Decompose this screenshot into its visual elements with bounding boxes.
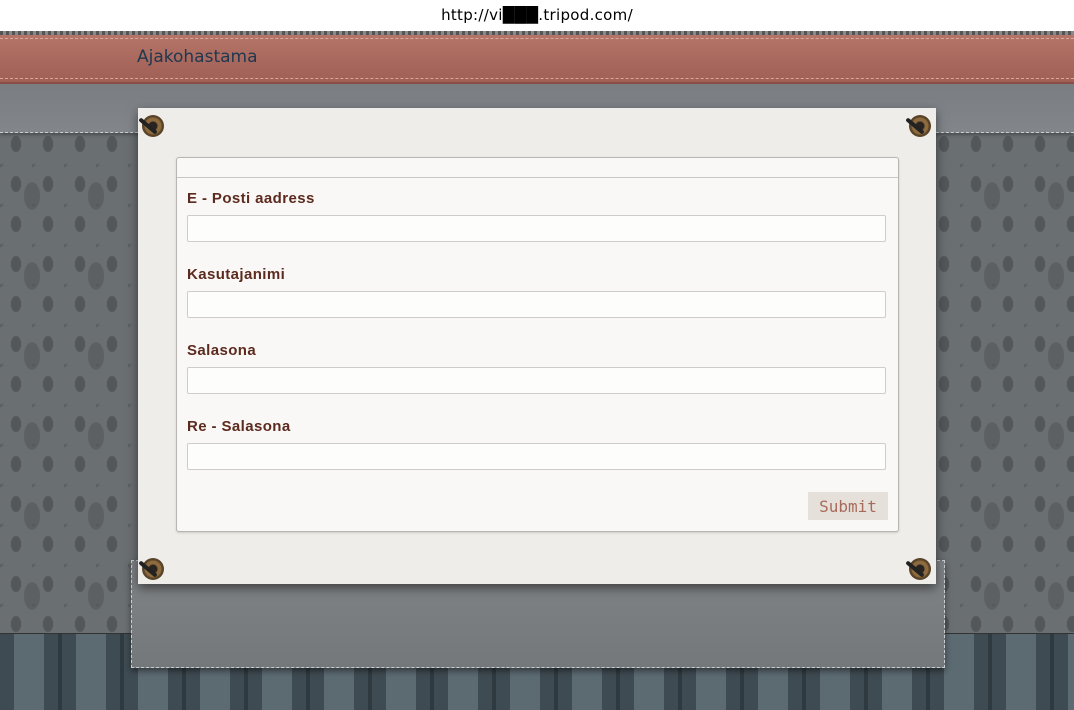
- url-bar: http://vi███.tripod.com/: [0, 0, 1074, 31]
- password-field[interactable]: [187, 367, 886, 394]
- grommet-icon: [142, 558, 164, 580]
- form-divider: [177, 177, 898, 178]
- grommet-icon: [909, 558, 931, 580]
- submit-button[interactable]: Submit: [808, 492, 888, 520]
- email-field[interactable]: [187, 215, 886, 242]
- username-label: Kasutajanimi: [187, 266, 286, 283]
- password-label: Salasona: [187, 342, 257, 359]
- grommet-icon: [909, 115, 931, 137]
- confirm-password-field[interactable]: [187, 443, 886, 470]
- username-field[interactable]: [187, 291, 886, 318]
- site-header: Ajakohastama: [0, 35, 1074, 84]
- grommet-icon: [142, 115, 164, 137]
- registration-form: [176, 157, 899, 532]
- confirm-password-label: Re - Salasona: [187, 418, 291, 435]
- site-title[interactable]: Ajakohastama: [137, 47, 258, 67]
- email-label: E - Posti aadress: [187, 190, 315, 207]
